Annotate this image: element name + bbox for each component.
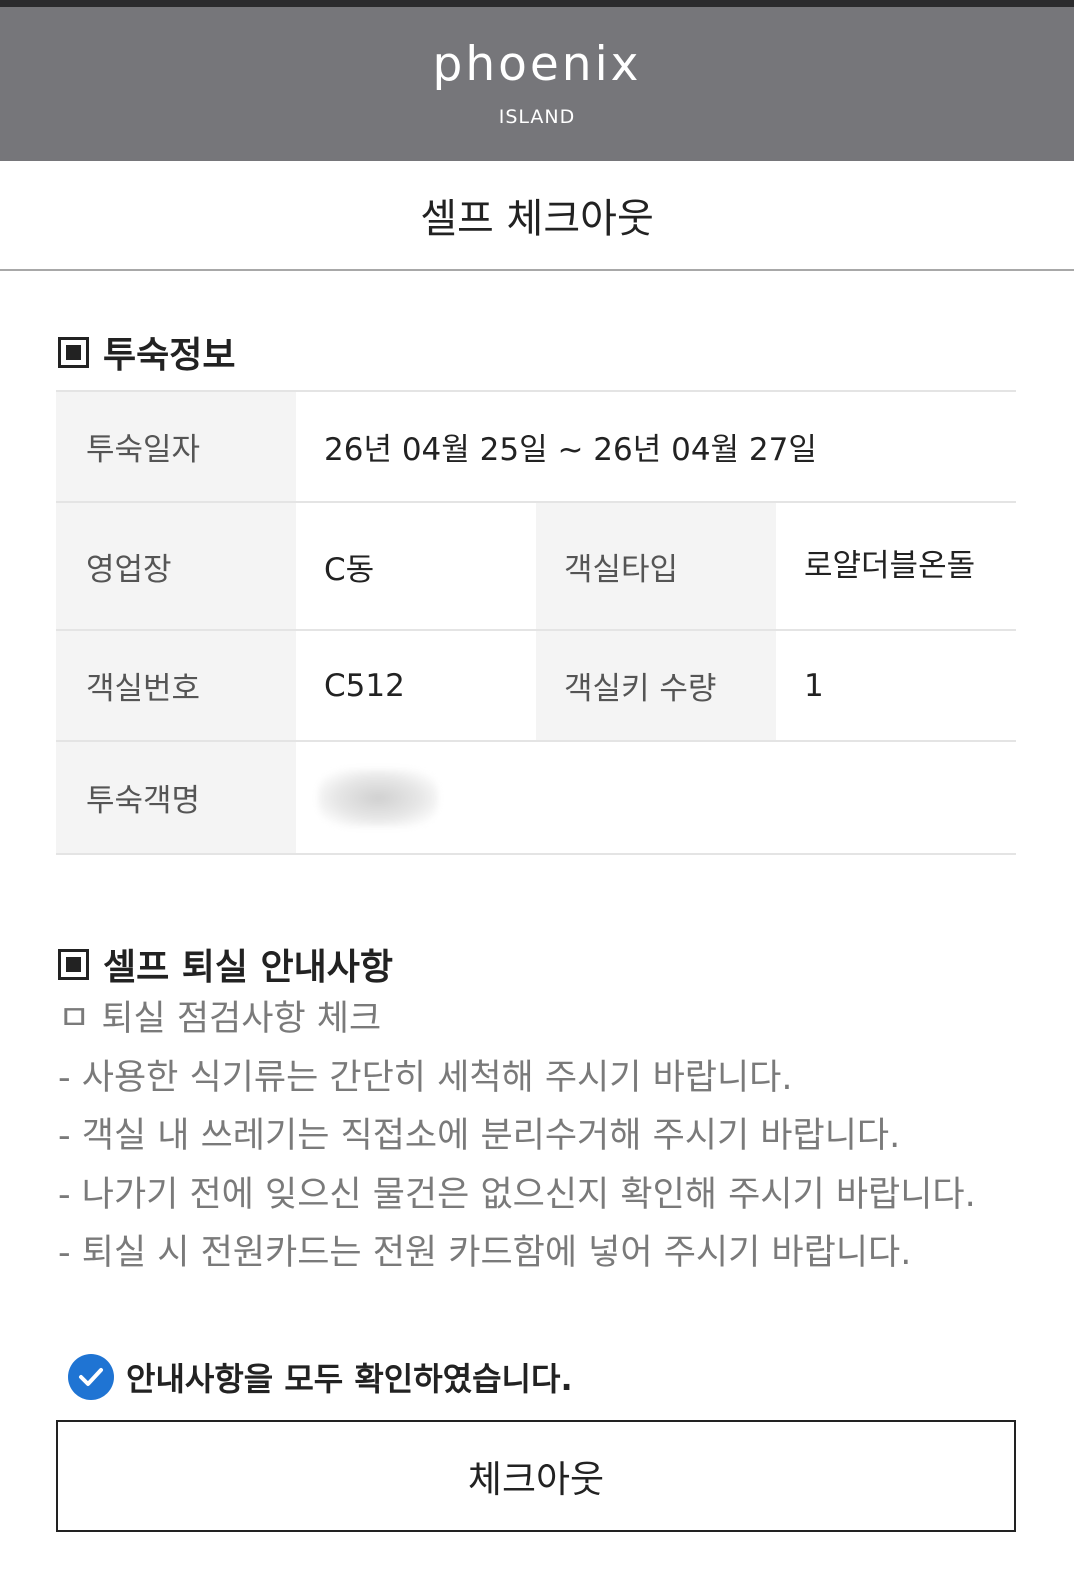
brand-header: phoenix ISLAND — [0, 7, 1074, 161]
list-item: - 객실 내 쓰레기는 직접소에 분리수거해 주시기 바랍니다. — [58, 1116, 901, 1156]
checkout-button[interactable]: 체크아웃 — [56, 1420, 1016, 1532]
guest-name-label: 투숙객명 — [56, 742, 296, 853]
table-row: 투숙일자 26년 04월 25일 ~ 26년 04월 27일 — [56, 392, 1016, 503]
date-label: 투숙일자 — [56, 392, 296, 501]
site-label: 영업장 — [56, 503, 296, 629]
filled-square-icon — [58, 336, 89, 368]
status-bar — [0, 0, 1074, 7]
list-item: - 퇴실 시 전원카드는 전원 카드함에 넣어 주시기 바랍니다. — [58, 1233, 912, 1273]
brand-logo: phoenix — [432, 37, 642, 92]
brand-subtitle: ISLAND — [498, 106, 576, 128]
filled-square-icon — [58, 948, 89, 980]
notice-heading-text: 셀프 퇴실 안내사항 — [103, 947, 394, 988]
notice-subheading: ㅁ 퇴실 점검사항 체크 — [58, 999, 382, 1039]
guest-name-value — [296, 742, 1016, 853]
notice-list: ㅁ 퇴실 점검사항 체크 - 사용한 식기류는 간단히 세척해 주시기 바랍니다… — [58, 990, 1018, 1283]
date-value: 26년 04월 25일 ~ 26년 04월 27일 — [324, 432, 817, 468]
room-type-value: 로얄더블온돌 — [804, 548, 976, 584]
list-item: - 나가기 전에 잊으신 물건은 없으신지 확인해 주시기 바랍니다. — [58, 1174, 976, 1215]
list-item: - 사용한 식기류는 간단히 세척해 주시기 바랍니다. — [58, 1057, 793, 1098]
stay-info-heading: 투숙정보 — [58, 326, 235, 378]
confirm-checkbox[interactable]: 안내사항을 모두 확인하였습니다. — [68, 1354, 573, 1400]
site-value: C동 — [324, 551, 375, 588]
room-number-value: C512 — [324, 667, 405, 704]
page-title: 셀프 체크아웃 — [0, 161, 1074, 271]
stay-info-table: 투숙일자 26년 04월 25일 ~ 26년 04월 27일 영업장 C동 객실… — [56, 390, 1016, 855]
table-row: 영업장 C동 객실타입 로얄더블온돌 — [56, 503, 1016, 631]
key-quantity-value: 1 — [804, 667, 824, 704]
notice-heading: 셀프 퇴실 안내사항 — [58, 938, 393, 990]
room-type-label: 객실타입 — [536, 503, 776, 629]
table-row: 객실번호 C512 객실키 수량 1 — [56, 631, 1016, 742]
key-quantity-label: 객실키 수량 — [536, 631, 776, 740]
blurred-guest-name — [318, 768, 438, 827]
room-number-label: 객실번호 — [56, 631, 296, 740]
table-row: 투숙객명 — [56, 742, 1016, 855]
stay-info-heading-text: 투숙정보 — [103, 335, 236, 376]
check-circle-icon[interactable] — [68, 1354, 114, 1400]
confirm-label: 안내사항을 모두 확인하였습니다. — [126, 1360, 573, 1398]
